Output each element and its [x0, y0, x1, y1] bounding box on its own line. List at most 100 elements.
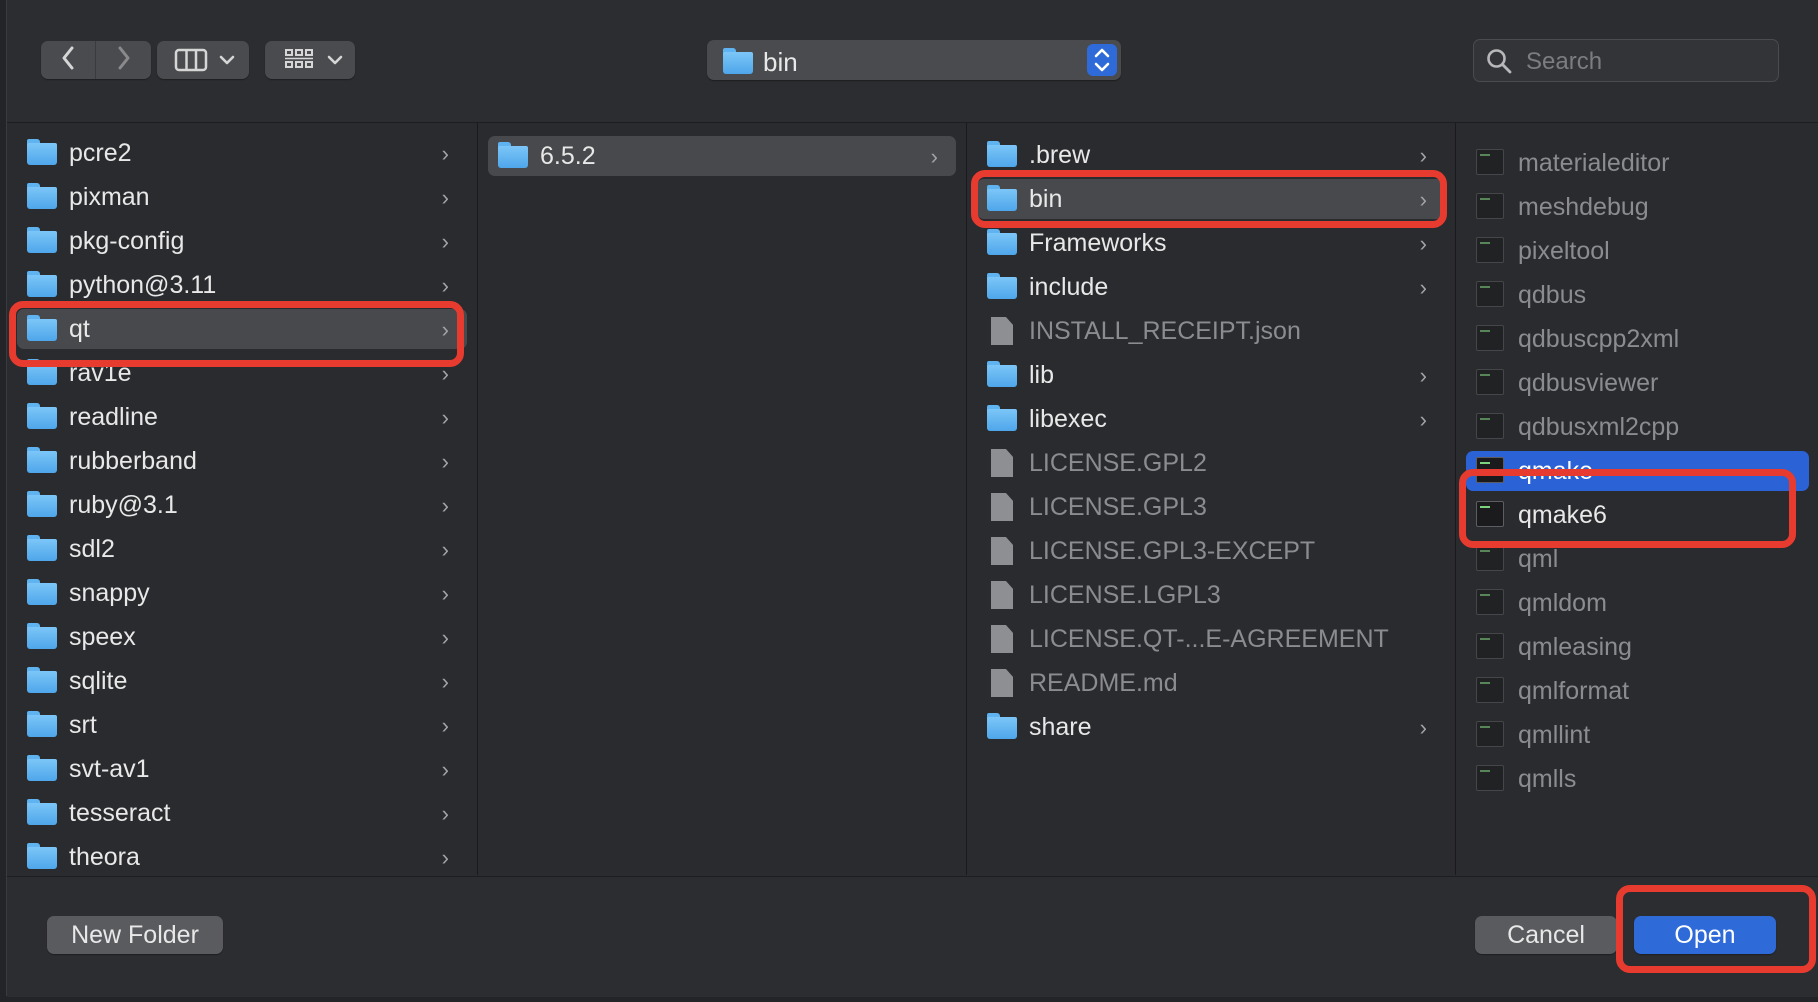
up-down-chevron-icon: [1087, 44, 1117, 76]
group-menu[interactable]: [265, 41, 355, 79]
col4-item[interactable]: qmldom: [1466, 583, 1809, 623]
chevron-right-icon: ›: [441, 669, 449, 694]
chevron-right-icon: ›: [1419, 143, 1427, 168]
col4-item[interactable]: qdbusxml2cpp: [1466, 407, 1809, 447]
folder-icon: [498, 142, 528, 170]
col3-item[interactable]: Frameworks ›: [977, 223, 1445, 263]
item-label: LICENSE.GPL2: [1029, 448, 1207, 477]
column-2[interactable]: 6.5.2 ›: [478, 123, 967, 875]
item-label: qmllint: [1518, 720, 1591, 749]
item-label: tesseract: [69, 798, 171, 827]
col4-item[interactable]: qmlls: [1466, 759, 1809, 799]
chevron-right-icon: [117, 46, 131, 75]
search-field[interactable]: Search: [1473, 39, 1779, 82]
col3-item[interactable]: libexec ›: [977, 399, 1445, 439]
back-button[interactable]: [41, 41, 96, 79]
cancel-button[interactable]: Cancel: [1475, 916, 1617, 954]
chevron-right-icon: ›: [441, 405, 449, 430]
col4-item[interactable]: qdbusviewer: [1466, 363, 1809, 403]
col3-item[interactable]: lib ›: [977, 355, 1445, 395]
chevron-right-icon: ›: [441, 713, 449, 738]
new-folder-button[interactable]: New Folder: [47, 916, 223, 954]
col4-item[interactable]: qdbus: [1466, 275, 1809, 315]
col1-item[interactable]: rav1e ›: [17, 353, 467, 393]
col1-item[interactable]: pixman ›: [17, 177, 467, 217]
executable-icon: [1476, 237, 1506, 265]
col1-item[interactable]: sqlite ›: [17, 661, 467, 701]
col3-item[interactable]: README.md: [977, 663, 1445, 703]
chevron-right-icon: ›: [441, 581, 449, 606]
item-label: pkg-config: [69, 226, 185, 255]
col1-item[interactable]: theora ›: [17, 837, 467, 875]
col3-item[interactable]: LICENSE.LGPL3: [977, 575, 1445, 615]
item-label: qdbus: [1518, 280, 1587, 309]
col1-item[interactable]: svt-av1 ›: [17, 749, 467, 789]
folder-icon: [27, 183, 57, 211]
col4-item[interactable]: qmleasing: [1466, 627, 1809, 667]
item-label: bin: [1029, 184, 1063, 213]
path-popup-label: bin: [763, 47, 798, 77]
chevron-right-icon: ›: [1419, 231, 1427, 256]
column-1[interactable]: pcre2 › pixman › pkg-config › python@3.11 › qt › r…: [7, 123, 478, 875]
col1-item[interactable]: speex ›: [17, 617, 467, 657]
executable-icon: [1476, 677, 1506, 705]
col3-item[interactable]: share ›: [977, 707, 1445, 747]
folder-icon: [987, 141, 1017, 169]
col2-item[interactable]: 6.5.2 ›: [488, 136, 956, 176]
executable-icon: [1476, 281, 1506, 309]
col3-item[interactable]: LICENSE.GPL3: [977, 487, 1445, 527]
col1-item[interactable]: qt ›: [17, 309, 467, 349]
col1-item[interactable]: pkg-config ›: [17, 221, 467, 261]
chevron-right-icon: ›: [1419, 275, 1427, 300]
col4-item[interactable]: qdbuscpp2xml: [1466, 319, 1809, 359]
col1-item[interactable]: readline ›: [17, 397, 467, 437]
col1-item[interactable]: rubberband ›: [17, 441, 467, 481]
col3-item[interactable]: INSTALL_RECEIPT.json: [977, 311, 1445, 351]
col3-item[interactable]: LICENSE.GPL3-EXCEPT: [977, 531, 1445, 571]
folder-icon: [723, 48, 753, 74]
col4-item[interactable]: qml: [1466, 539, 1809, 579]
col4-item[interactable]: materialeditor: [1466, 143, 1809, 183]
folder-icon: [27, 623, 57, 651]
col3-item[interactable]: include ›: [977, 267, 1445, 307]
open-button[interactable]: Open: [1634, 916, 1776, 954]
col4-item[interactable]: qmllint: [1466, 715, 1809, 755]
col1-item[interactable]: pcre2 ›: [17, 133, 467, 173]
column-3[interactable]: .brew › bin › Frameworks › include › INSTALL_REC…: [967, 123, 1456, 875]
col4-item[interactable]: qmake: [1466, 451, 1809, 491]
item-label: meshdebug: [1518, 192, 1649, 221]
col4-item[interactable]: qmake6: [1466, 495, 1809, 535]
item-label: qmake6: [1518, 500, 1607, 529]
view-mode-menu[interactable]: [157, 41, 249, 79]
col1-item[interactable]: python@3.11 ›: [17, 265, 467, 305]
col1-item[interactable]: tesseract ›: [17, 793, 467, 833]
folder-icon: [27, 359, 57, 387]
item-label: README.md: [1029, 668, 1178, 697]
col1-item[interactable]: snappy ›: [17, 573, 467, 613]
forward-button[interactable]: [96, 41, 151, 79]
folder-icon: [27, 843, 57, 871]
col4-item[interactable]: qmlformat: [1466, 671, 1809, 711]
item-label: 6.5.2: [540, 141, 596, 170]
col3-item[interactable]: bin ›: [977, 179, 1445, 219]
col3-item[interactable]: LICENSE.QT-...E-AGREEMENT: [977, 619, 1445, 659]
chevron-right-icon: ›: [441, 361, 449, 386]
col4-item[interactable]: pixeltool: [1466, 231, 1809, 271]
folder-icon: [27, 315, 57, 343]
path-popup[interactable]: bin: [707, 40, 1121, 80]
column-4[interactable]: materialeditor meshdebug pixeltool qdbus qdb…: [1456, 123, 1818, 875]
col4-item[interactable]: meshdebug: [1466, 187, 1809, 227]
chevron-right-icon: ›: [441, 625, 449, 650]
executable-icon: [1476, 721, 1506, 749]
open-file-dialog: bin Search pcre2 › pixman › pkg-config › pytho…: [6, 0, 1818, 997]
executable-icon: [1476, 193, 1506, 221]
document-icon: [987, 537, 1017, 565]
col1-item[interactable]: srt ›: [17, 705, 467, 745]
col1-item[interactable]: sdl2 ›: [17, 529, 467, 569]
document-icon: [987, 317, 1017, 345]
col3-item[interactable]: .brew ›: [977, 135, 1445, 175]
chevron-right-icon: ›: [1419, 187, 1427, 212]
col3-item[interactable]: LICENSE.GPL2: [977, 443, 1445, 483]
chevron-right-icon: ›: [441, 493, 449, 518]
col1-item[interactable]: ruby@3.1 ›: [17, 485, 467, 525]
